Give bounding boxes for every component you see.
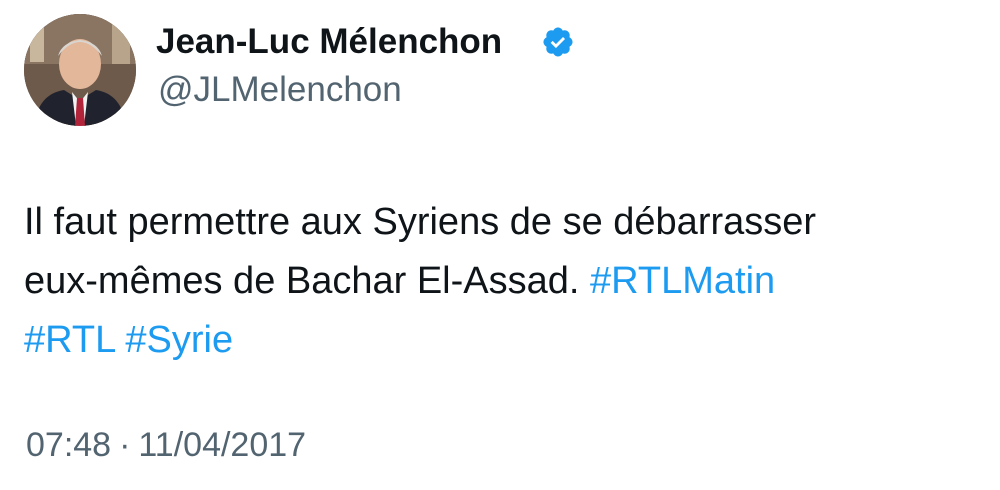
tweet-line-2-text: eux-mêmes de Bachar El-Assad.: [24, 260, 580, 302]
tweet-card: Jean-Luc Mélenchon @JLMelenchon Il faut …: [0, 0, 1000, 490]
tweet-date: 11/04/2017: [138, 426, 307, 464]
hashtag-rtlmatin[interactable]: #RTLMatin: [590, 260, 775, 302]
tweet-line-1: Il faut permettre aux Syriens de se déba…: [24, 201, 817, 243]
tweet-time: 07:48: [26, 426, 112, 464]
author-handle[interactable]: @JLMelenchon: [158, 68, 402, 112]
meta-separator: ·: [119, 426, 131, 464]
avatar[interactable]: [24, 14, 136, 126]
tweet-timestamp[interactable]: 07:48 · 11/04/2017: [26, 423, 306, 467]
verified-badge-icon: [543, 27, 573, 57]
hashtag-rtl[interactable]: #RTL: [24, 319, 115, 361]
author-display-name[interactable]: Jean-Luc Mélenchon: [156, 20, 502, 64]
tweet-text: Il faut permettre aux Syriens de se déba…: [24, 193, 984, 370]
profile-photo-icon: [24, 14, 136, 126]
tweet-line-2: eux-mêmes de Bachar El-Assad. #RTLMatin: [24, 252, 984, 311]
tweet-line-3: #RTL #Syrie: [24, 311, 984, 370]
hashtag-syrie[interactable]: #Syrie: [125, 319, 233, 361]
